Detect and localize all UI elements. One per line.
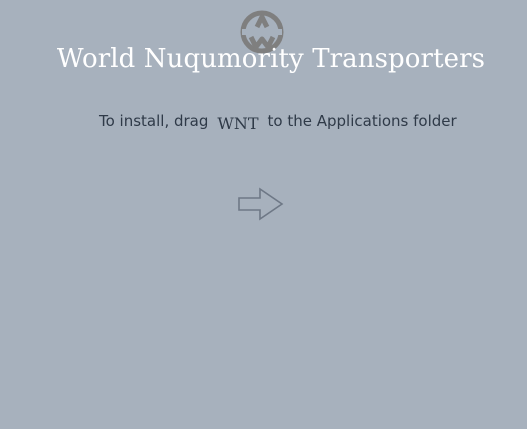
- app-name-label[interactable]: WNT: [217, 114, 258, 133]
- app-title: World Nuqumority Transporters: [56, 44, 486, 74]
- instruction-prefix: To install, drag: [99, 112, 209, 130]
- install-instruction: To install, drag WNT to the Applications…: [99, 109, 457, 133]
- instruction-suffix: to the Applications folder: [267, 112, 457, 130]
- right-arrow-icon: [238, 187, 284, 221]
